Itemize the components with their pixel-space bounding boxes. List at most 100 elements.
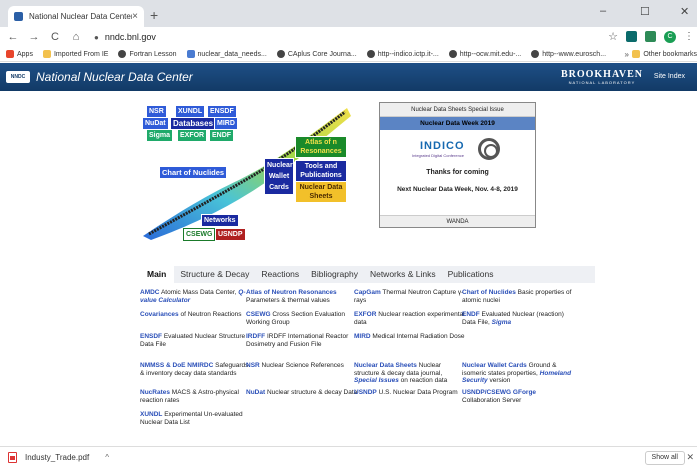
nudat-link[interactable]: NuDat	[246, 389, 265, 396]
map-networks-link[interactable]: Networks	[201, 214, 239, 227]
map-data-sheets-link[interactable]: Nuclear Data Sheets	[295, 181, 347, 203]
more-bookmarks-icon[interactable]: »	[625, 50, 629, 59]
back-button[interactable]: ←	[5, 31, 21, 43]
tab-networks-links[interactable]: Networks & Links	[364, 266, 442, 283]
nndc-logo[interactable]: NNDC	[6, 71, 30, 83]
list-item: Chart of Nuclides Basic properties of at…	[462, 289, 572, 304]
site-title[interactable]: National Nuclear Data Center	[36, 70, 193, 84]
list-item: AMDC Atomic Mass Data Center, Q-value Ca…	[140, 289, 246, 304]
minimize-button[interactable]: –	[600, 5, 606, 17]
site-index-link[interactable]: Site Index	[654, 73, 685, 80]
covariances-link[interactable]: Covariances	[140, 311, 179, 318]
reload-button[interactable]: C	[47, 31, 63, 43]
tab-publications[interactable]: Publications	[442, 266, 500, 283]
list-item: Nuclear Wallet Cards Ground & isomeric s…	[462, 362, 572, 384]
indico-logo[interactable]: INDICO Integrated Digital Conference	[412, 137, 506, 161]
xundl-link[interactable]: XUNDL	[140, 411, 162, 418]
browser-tab[interactable]: National Nuclear Data Center ×	[8, 6, 144, 27]
brookhaven-logo[interactable]: BROOKHAVEN NATIONAL LABORATORY	[561, 69, 643, 85]
usndp-link[interactable]: USNDP	[354, 389, 377, 396]
nuclide-map-graphic: NSR XUNDL ENSDF NuDat Databases MIRD Sig…	[139, 102, 352, 241]
chart-of-nuclides-link[interactable]: Chart of Nuclides	[462, 289, 516, 296]
csewg-link[interactable]: CSEWG	[246, 311, 271, 318]
forward-button[interactable]: →	[26, 31, 42, 43]
lock-icon[interactable]: ●	[94, 33, 99, 42]
browser-menu-icon[interactable]: ⋮	[684, 31, 694, 42]
list-item: CSEWG Cross Section Evaluation Working G…	[246, 311, 345, 326]
bookmarks-bar: Apps Imported From IE Fortran Lesson nuc…	[0, 47, 697, 62]
map-chart-of-nuclides-link[interactable]: Chart of Nuclides	[159, 166, 228, 179]
special-issues-link[interactable]: Special Issues	[354, 377, 399, 384]
list-item: ENSDF Evaluated Nuclear Structure Data F…	[140, 333, 246, 348]
next-meeting-text: Next Nuclear Data Week, Nov. 4-8, 2019	[397, 186, 518, 193]
indico-ring-icon	[478, 138, 500, 160]
close-window-button[interactable]: ✕	[680, 5, 689, 18]
tab-close-icon[interactable]: ×	[132, 11, 138, 22]
show-all-button[interactable]: Show all	[644, 451, 685, 465]
nucrates-link[interactable]: NucRates	[140, 389, 170, 396]
folder-icon	[632, 50, 641, 58]
tab-reactions[interactable]: Reactions	[255, 266, 305, 283]
bookmark-item[interactable]: http--ocw.mit.edu-...	[448, 50, 527, 58]
extension-icon[interactable]	[626, 31, 637, 42]
new-tab-button[interactable]: +	[150, 7, 158, 23]
map-sigma-link[interactable]: Sigma	[146, 129, 174, 142]
nuclear-data-week-title[interactable]: Nuclear Data Week 2019	[380, 117, 535, 130]
address-bar[interactable]: nndc.bnl.gov	[105, 32, 156, 42]
atlas-link[interactable]: Atlas of Neutron Resonances	[246, 289, 337, 296]
list-item: Atlas of Neutron Resonances Parameters &…	[246, 289, 337, 304]
nuclear-data-sheets-link[interactable]: Nuclear Data Sheets	[354, 362, 417, 369]
tab-structure-decay[interactable]: Structure & Decay	[174, 266, 255, 283]
home-button[interactable]: ⌂	[68, 31, 84, 43]
map-wallet-cards-link[interactable]: Nuclear Wallet Cards	[264, 158, 294, 195]
map-atlas-link[interactable]: Atlas of n Resonances	[295, 136, 347, 158]
profile-avatar[interactable]: C	[664, 30, 676, 43]
map-csewg-link[interactable]: CSEWG	[183, 228, 216, 241]
list-item: NucRates MACS & Astro-physical reaction …	[140, 389, 239, 404]
exfor-link[interactable]: EXFOR	[354, 311, 376, 318]
nmmss-link[interactable]: NMMSS & DoE NMIRDC	[140, 362, 213, 369]
list-item: EXFOR Nuclear reaction experimental data	[354, 311, 465, 326]
map-endf-link[interactable]: ENDF	[209, 129, 235, 142]
bookmark-item[interactable]: http--www.eurosch...	[531, 50, 612, 58]
sigma-link[interactable]: Sigma	[492, 319, 512, 326]
map-tools-link[interactable]: Tools and Publications	[295, 160, 347, 182]
nsr-link[interactable]: NSR	[246, 362, 260, 369]
bookmark-item[interactable]: CAplus Core Journa...	[276, 50, 363, 58]
apps-grid-icon	[6, 50, 14, 58]
extension-icon[interactable]	[645, 31, 656, 42]
list-item: NSR Nuclear Science References	[246, 362, 344, 369]
gforge-link[interactable]: USNDP/CSEWG GForge	[462, 389, 536, 396]
endf-link[interactable]: ENDF	[462, 311, 480, 318]
tab-main[interactable]: Main	[139, 266, 175, 283]
capgam-link[interactable]: CapGam	[354, 289, 381, 296]
map-exfor-link[interactable]: EXFOR	[177, 129, 208, 142]
chevron-up-icon[interactable]: ^	[105, 453, 109, 462]
folder-icon	[42, 50, 51, 58]
download-filename[interactable]: Industy_Trade.pdf	[25, 453, 89, 462]
nuclear-wallet-cards-link[interactable]: Nuclear Wallet Cards	[462, 362, 527, 369]
nndc-favicon-icon	[14, 12, 23, 21]
pdf-file-icon	[8, 452, 17, 463]
bookmark-item[interactable]: Fortran Lesson	[118, 50, 182, 58]
bookmark-folder[interactable]: Imported From IE	[42, 50, 114, 58]
ensdf-link[interactable]: ENSDF	[140, 333, 162, 340]
list-item: XUNDL Experimental Un-evaluated Nuclear …	[140, 411, 243, 426]
mird-link[interactable]: MIRD	[354, 333, 371, 340]
irdff-link[interactable]: IRDFF	[246, 333, 265, 340]
bookmark-apps[interactable]: Apps	[6, 50, 39, 58]
bookmark-star-icon[interactable]: ☆	[608, 30, 618, 43]
list-item: NMMSS & DoE NMIRDC Safeguards & inventor…	[140, 362, 249, 377]
map-usndp-link[interactable]: USNDP	[215, 228, 246, 241]
other-bookmarks[interactable]: Other bookmarks	[632, 50, 697, 58]
download-bar: Industy_Trade.pdf ^ Show all ✕	[0, 446, 697, 468]
amdc-link[interactable]: AMDC	[140, 289, 160, 296]
special-issue-heading: Nuclear Data Sheets Special Issue	[380, 103, 535, 117]
bookmark-item[interactable]: http--indico.ictp.it-...	[366, 50, 445, 58]
wanda-link[interactable]: WANDA	[380, 215, 535, 227]
list-item: Nuclear Data Sheets Nuclear structure & …	[354, 362, 448, 384]
close-download-bar-icon[interactable]: ✕	[686, 452, 694, 463]
tab-bibliography[interactable]: Bibliography	[305, 266, 364, 283]
maximize-button[interactable]: ☐	[640, 5, 650, 18]
bookmark-item[interactable]: nuclear_data_needs...	[186, 50, 273, 58]
